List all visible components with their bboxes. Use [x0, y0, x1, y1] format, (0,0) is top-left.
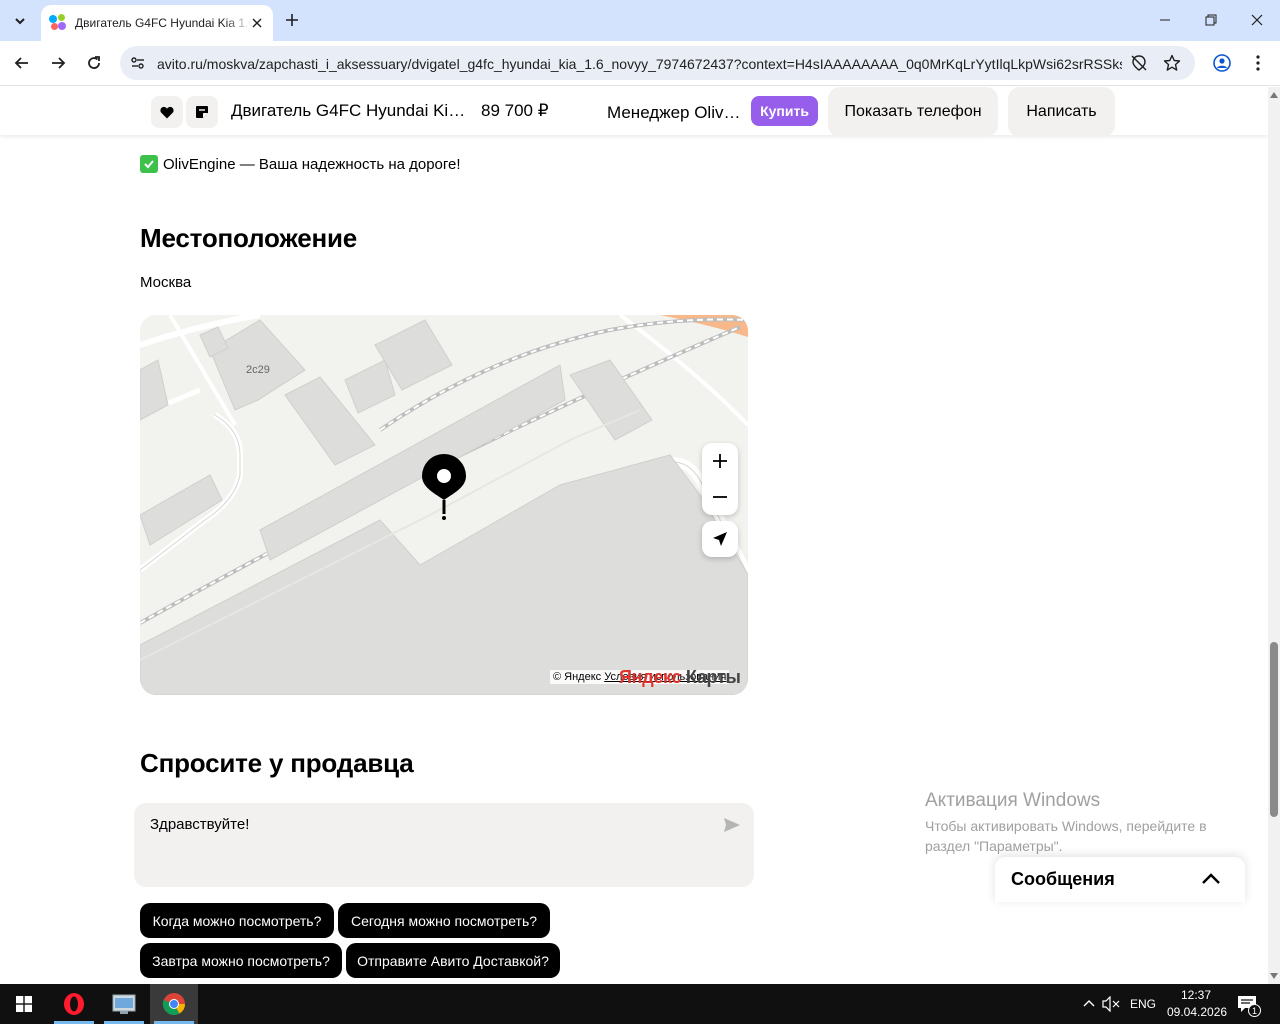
buy-button[interactable]: Купить: [751, 96, 818, 126]
description-slogan: OlivEngine — Ваша надежность на дороге!: [163, 155, 461, 173]
reload-button[interactable]: [80, 49, 108, 77]
write-message-button[interactable]: Написать: [1008, 87, 1115, 137]
arrow-right-icon: [52, 57, 66, 69]
clock-time[interactable]: 12:37: [1181, 988, 1211, 1002]
messages-panel-label: Сообщения: [1011, 869, 1115, 889]
plus-icon: [713, 454, 727, 468]
browser-tab-strip: Двигатель G4FC Hyundai Kia 1.6 новый: [0, 0, 1280, 41]
message-input-value: Здравствуйте!: [150, 816, 250, 833]
map-logo-prefix: Яндекс: [619, 667, 682, 687]
start-button[interactable]: [0, 984, 48, 1024]
scroll-down-icon[interactable]: [1270, 972, 1278, 980]
back-button[interactable]: [8, 49, 36, 77]
arrow-left-icon: [14, 57, 28, 69]
favorite-button[interactable]: [151, 96, 183, 128]
bookmark-star-icon[interactable]: [1162, 53, 1182, 73]
windows-taskbar: ENG 12:37 09.04.2026 1: [0, 984, 1280, 1024]
description-slogan-line: OlivEngine — Ваша надежность на дороге!: [140, 155, 461, 173]
tab-close-icon[interactable]: [247, 13, 267, 33]
notification-center-button[interactable]: 1: [1232, 992, 1262, 1017]
sticky-item-bar: Двигатель G4FC Hyundai Kia 1.6 новый 89 …: [0, 87, 1268, 137]
chevron-down-icon: [15, 18, 25, 25]
site-settings-icon[interactable]: [128, 53, 148, 73]
clock-date[interactable]: 09.04.2026: [1167, 1005, 1227, 1019]
avito-favicon-icon: [49, 14, 67, 32]
ask-seller-heading: Спросите у продавца: [140, 748, 414, 778]
restore-button[interactable]: [1188, 0, 1234, 40]
profile-icon: [1213, 54, 1231, 72]
heart-icon: [160, 106, 174, 118]
quick-question-chip[interactable]: Сегодня можно посмотреть?: [338, 903, 550, 938]
activation-line-1: Чтобы активировать Windows, перейдите в: [925, 818, 1207, 834]
yandex-maps-logo[interactable]: Яндекс Карты: [619, 667, 741, 688]
send-icon[interactable]: [722, 815, 742, 835]
profile-button[interactable]: [1208, 49, 1236, 77]
close-icon: [1251, 14, 1263, 26]
sticky-seller-name[interactable]: Менеджер OlivEngine: [607, 103, 742, 123]
address-bar[interactable]: avito.ru/moskva/zapchasti_i_aksessuary/d…: [120, 46, 1195, 80]
reload-icon: [88, 56, 100, 69]
browser-tab-active[interactable]: Двигатель G4FC Hyundai Kia 1.6 новый: [41, 5, 273, 41]
plus-icon: [286, 14, 298, 26]
scroll-up-icon[interactable]: [1270, 91, 1278, 99]
note-button[interactable]: [186, 96, 218, 128]
input-language[interactable]: ENG: [1130, 997, 1156, 1011]
quick-question-chip[interactable]: Завтра можно посмотреть?: [140, 943, 342, 978]
messages-panel[interactable]: Сообщения: [995, 857, 1245, 902]
browser-toolbar: avito.ru/moskva/zapchasti_i_aksessuary/d…: [0, 41, 1280, 86]
map-zoom-out-button[interactable]: [702, 479, 738, 515]
minimize-button[interactable]: [1142, 0, 1188, 40]
chevron-up-icon[interactable]: [1199, 869, 1223, 889]
browser-menu-button[interactable]: [1244, 49, 1272, 77]
close-window-button[interactable]: [1234, 0, 1280, 40]
sticky-item-title[interactable]: Двигатель G4FC Hyundai Kia 1.6 новый: [231, 101, 471, 121]
new-tab-button[interactable]: [280, 8, 304, 32]
minus-icon: [713, 496, 727, 498]
kebab-menu-icon: [1256, 55, 1260, 71]
activation-line-2: раздел "Параметры".: [925, 838, 1063, 854]
opera-icon: [64, 993, 84, 1015]
show-phone-button[interactable]: Показать телефон: [828, 87, 998, 137]
map-zoom-in-button[interactable]: [702, 443, 738, 479]
activation-title: Активация Windows: [925, 790, 1101, 811]
map-copyright-text: © Яндекс: [553, 671, 602, 683]
tab-search-button[interactable]: [6, 7, 34, 35]
forward-button[interactable]: [44, 49, 72, 77]
map-geolocation-button[interactable]: [702, 521, 738, 557]
scrollbar-thumb[interactable]: [1270, 642, 1278, 817]
map-zoom-controls: [702, 443, 738, 515]
taskbar-app[interactable]: [100, 984, 148, 1024]
url-text: avito.ru/moskva/zapchasti_i_aksessuary/d…: [157, 56, 1122, 72]
app-window-icon: [112, 994, 136, 1014]
speaker-muted-icon[interactable]: [1102, 996, 1120, 1012]
tab-title: Двигатель G4FC Hyundai Kia 1.6 новый: [75, 16, 251, 30]
restore-icon: [1205, 14, 1217, 26]
navigation-arrow-icon: [713, 532, 727, 546]
note-icon: [196, 106, 208, 118]
message-input[interactable]: Здравствуйте!: [134, 803, 754, 887]
tray-chevron-up-icon[interactable]: [1083, 999, 1095, 1007]
map-pin-icon: [422, 454, 466, 520]
notification-count-badge: 1: [1248, 1004, 1261, 1017]
tracking-protection-icon[interactable]: [1129, 53, 1149, 73]
quick-question-chip[interactable]: Отправите Авито Доставкой?: [346, 943, 560, 978]
chrome-icon: [162, 993, 185, 1015]
sticky-item-price: 89 700 ₽: [481, 101, 549, 120]
taskbar-opera[interactable]: [50, 984, 98, 1024]
page-scrollbar[interactable]: [1268, 87, 1280, 984]
taskbar-chrome[interactable]: [150, 984, 198, 1024]
windows-logo-icon: [16, 996, 32, 1012]
location-map[interactable]: 2с29 © Яндекс Условия использования Янде…: [140, 315, 748, 695]
location-heading: Местоположение: [140, 223, 358, 253]
check-mark-icon: [140, 155, 158, 173]
windows-activation-watermark: Активация Windows Чтобы активировать Win…: [925, 790, 1207, 856]
location-city: Москва: [140, 274, 192, 291]
minimize-icon: [1160, 19, 1170, 21]
map-logo-suffix: Карты: [681, 667, 741, 687]
quick-question-chip[interactable]: Когда можно посмотреть?: [140, 903, 334, 938]
map-building-label: 2с29: [246, 364, 270, 376]
